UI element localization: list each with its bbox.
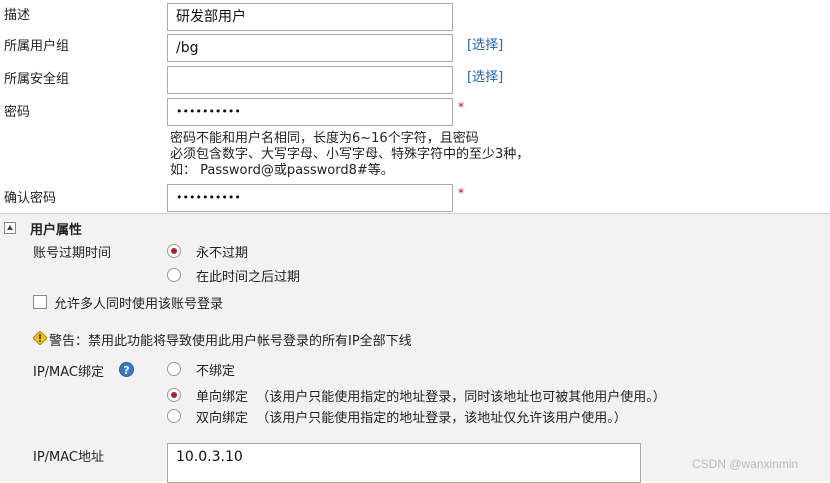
expiry-never-radio[interactable] [167,244,181,258]
user-attributes-title: 用户属性 [30,223,83,238]
confirm-password-label: 确认密码 [4,191,57,206]
binding-oneway-label[interactable]: 单向绑定 （该用户只能使用指定的地址登录，同时该地址也可被其他用户使用。） [196,386,666,405]
expiry-after-label[interactable]: 在此时间之后过期 [196,266,300,285]
binding-twoway-radio[interactable] [167,409,181,423]
confirm-password-input[interactable]: •••••••••• [167,184,453,212]
help-icon[interactable]: ? [119,362,134,377]
binding-none-radio[interactable] [167,362,181,376]
password-hint-line-3: 如： Password@或password8#等。 [170,163,394,178]
password-hint-line-2: 必须包含数字、大写字母、小写字母、特殊字符中的至少3种， [170,147,530,162]
user-group-input[interactable]: /bg [167,34,453,62]
expiry-after-radio[interactable] [167,268,181,282]
ipmac-binding-label: IP/MAC绑定 [33,365,105,380]
security-group-label: 所属安全组 [4,72,70,87]
multi-login-checkbox[interactable] [33,295,47,309]
ipmac-address-input[interactable]: 10.0.3.10 [167,443,641,483]
expiry-never-label[interactable]: 永不过期 [196,242,248,261]
collapse-icon[interactable] [4,222,16,234]
user-attributes-section: 用户属性 账号过期时间 永不过期 在此时间之后过期 允许多人同时使用该账号登录 … [0,213,830,483]
password-label: 密码 [4,105,31,120]
warning-text: 警告：禁用此功能将导致使用此用户帐号登录的所有IP全部下线 [49,334,412,349]
binding-oneway-radio[interactable] [167,388,181,402]
password-input[interactable]: •••••••••• [167,98,453,126]
description-input[interactable]: 研发部用户 [167,3,453,31]
security-group-input[interactable] [167,66,453,94]
password-required-mark: * [458,100,464,114]
ipmac-address-label: IP/MAC地址 [33,450,105,465]
binding-none-label[interactable]: 不绑定 [196,360,235,379]
select-security-group-link[interactable]: [选择] [467,66,503,85]
select-user-group-link[interactable]: [选择] [467,34,503,53]
password-hint: 密码不能和用户名相同，长度为6~16个字符，且密码 必须包含数字、大写字母、小写… [170,131,529,179]
description-label: 描述 [4,8,31,23]
confirm-password-required-mark: * [458,186,464,200]
expiry-label: 账号过期时间 [33,246,112,261]
watermark: CSDN @wanxinmin [692,457,799,471]
warning-icon [33,331,47,345]
multi-login-label[interactable]: 允许多人同时使用该账号登录 [54,293,223,312]
user-group-label: 所属用户组 [4,39,70,54]
password-hint-line-1: 密码不能和用户名相同，长度为6~16个字符，且密码 [170,131,479,146]
binding-twoway-label[interactable]: 双向绑定 （该用户只能使用指定的地址登录，该地址仅允许该用户使用。） [196,407,627,426]
